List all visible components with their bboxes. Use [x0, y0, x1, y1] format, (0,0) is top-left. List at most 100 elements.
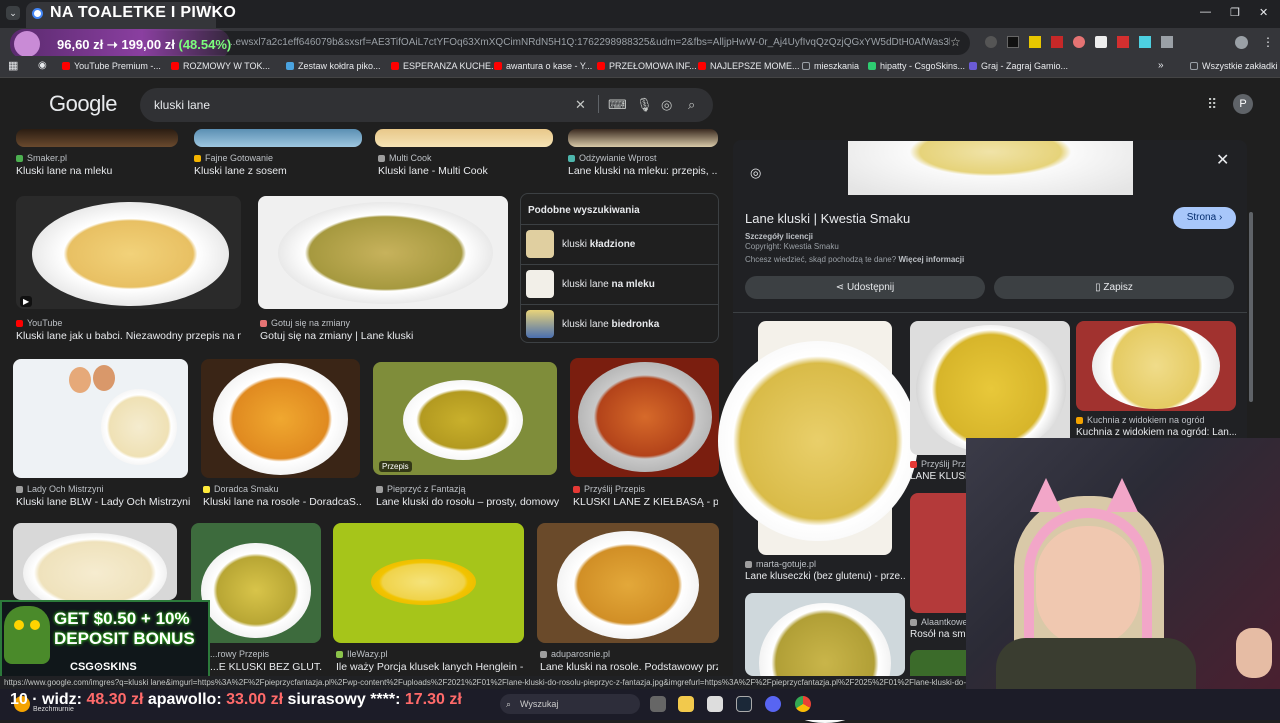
related-image[interactable]: [910, 321, 1070, 455]
result-image[interactable]: [16, 129, 178, 147]
license-details-link[interactable]: Szczegóły licencji: [745, 232, 813, 241]
search-icon[interactable]: ⌕: [688, 97, 695, 113]
result-source[interactable]: Odżywianie Wprost: [568, 153, 657, 163]
restore-icon[interactable]: ❐: [1230, 6, 1240, 19]
result-image[interactable]: [191, 523, 321, 643]
earth-icon[interactable]: ◉: [38, 60, 47, 71]
result-source[interactable]: Fajne Gotowanie: [194, 153, 273, 163]
bookmark-folder[interactable]: mieszkania: [802, 61, 859, 71]
save-button[interactable]: ▯ Zapisz: [994, 276, 1234, 299]
result-title[interactable]: Lane kluski na mleku: przepis, ...: [568, 165, 718, 177]
close-window-icon[interactable]: ✕: [1259, 6, 1268, 19]
search-box[interactable]: [140, 88, 713, 122]
bookmark-item[interactable]: YouTube Premium -...: [62, 61, 161, 71]
related-title[interactable]: Lane kluseczki (bez glutenu) - prze...: [745, 571, 905, 582]
related-title[interactable]: Kuchnia z widokiem na ogród: Lan...: [1076, 427, 1236, 438]
result-image[interactable]: [373, 362, 557, 475]
result-image[interactable]: [537, 523, 719, 643]
related-search-label[interactable]: kluski lane biedronka: [562, 319, 659, 330]
google-logo[interactable]: Google: [49, 91, 117, 117]
steam-icon[interactable]: [736, 696, 752, 712]
bookmark-item[interactable]: PRZEŁOMOWA INF...: [597, 61, 697, 71]
result-source[interactable]: Doradca Smaku: [203, 484, 279, 494]
related-image[interactable]: [745, 593, 905, 723]
bookmark-item[interactable]: ESPERANZA KUCHE...: [391, 61, 499, 71]
bookmark-item[interactable]: awantura o kase - Y...: [494, 61, 592, 71]
tab-menu-icon[interactable]: ⌄: [6, 6, 20, 20]
store-icon[interactable]: [707, 696, 723, 712]
preview-image[interactable]: [848, 141, 1133, 195]
related-image[interactable]: [910, 493, 966, 613]
profile-avatar-small[interactable]: [1235, 36, 1248, 49]
clear-icon[interactable]: ✕: [575, 97, 586, 113]
all-bookmarks-folder[interactable]: Wszystkie zakładki: [1190, 61, 1278, 71]
url-text[interactable]: ..ewsxl7a2c1eff646079b&sxsrf=AE3TifOAiL7…: [230, 37, 950, 48]
result-title[interactable]: Kluski lane BLW - Lady Och Mistrzyni: [16, 496, 191, 508]
search-input[interactable]: kluski lane: [154, 98, 210, 112]
bookmark-item[interactable]: Graj - Zagraj Gamio...: [969, 61, 1068, 71]
related-image[interactable]: [910, 650, 966, 676]
result-image[interactable]: [194, 129, 362, 147]
discord-icon[interactable]: [765, 696, 781, 712]
result-title[interactable]: Kluski lane z sosem: [194, 165, 364, 177]
bookmark-item[interactable]: ROZMOWY W TOK...: [171, 61, 270, 71]
visit-page-button[interactable]: Strona ›: [1173, 207, 1236, 229]
bookmark-item[interactable]: NAJLEPSZE MOME...: [698, 61, 800, 71]
related-image[interactable]: [718, 321, 918, 555]
minimize-icon[interactable]: —: [1200, 6, 1211, 18]
avatar[interactable]: P: [1233, 94, 1253, 114]
result-image[interactable]: [13, 359, 188, 478]
chrome-menu-icon[interactable]: ⋮: [1262, 35, 1274, 49]
related-image[interactable]: [1076, 321, 1236, 411]
result-source[interactable]: IleWazy.pl: [336, 649, 388, 659]
result-source[interactable]: ...rowy Przepis: [210, 649, 269, 659]
lens-icon[interactable]: ◎: [661, 97, 672, 113]
result-image[interactable]: [375, 129, 553, 147]
result-image[interactable]: [16, 196, 241, 309]
result-source[interactable]: Multi Cook: [378, 153, 432, 163]
related-title[interactable]: LANE KLUSK...: [910, 471, 966, 482]
result-image[interactable]: [333, 523, 524, 643]
result-title[interactable]: Kluski lane na rosole - DoradcaS...: [203, 496, 361, 508]
apps-icon[interactable]: ▦: [8, 59, 18, 72]
file-explorer-icon[interactable]: [678, 696, 694, 712]
result-source[interactable]: YouTube: [16, 318, 62, 328]
result-source[interactable]: Pieprzyć z Fantazją: [376, 484, 466, 494]
keyboard-icon[interactable]: ⌨: [608, 97, 627, 113]
result-image[interactable]: [258, 196, 508, 309]
close-icon[interactable]: ✕: [1216, 150, 1229, 170]
result-title[interactable]: Lane kluski na rosole. Podstawowy prz...: [540, 661, 718, 673]
share-button[interactable]: ⋖ Udostępnij: [745, 276, 985, 299]
panel-scrollbar[interactable]: [1249, 212, 1253, 402]
result-source[interactable]: Przyślij Przepis: [573, 484, 645, 494]
bookmark-item[interactable]: Zestaw kołdra piko...: [286, 61, 381, 71]
result-title[interactable]: Lane kluski do rosołu – prosty, domowy..…: [376, 496, 559, 508]
more-info-link[interactable]: Więcej informacji: [898, 255, 964, 264]
related-search-label[interactable]: kluski lane na mleku: [562, 279, 655, 290]
lens-search-icon[interactable]: ◎: [750, 165, 761, 181]
result-title[interactable]: ...E KLUSKI BEZ GLUT...: [210, 661, 322, 673]
result-source[interactable]: Smaker.pl: [16, 153, 67, 163]
task-view-icon[interactable]: [650, 696, 666, 712]
result-image[interactable]: [568, 129, 718, 147]
result-title[interactable]: Ile waży Porcja klusek lanych Henglein -…: [336, 661, 524, 673]
result-title[interactable]: Kluski lane jak u babci. Niezawodny prze…: [16, 330, 241, 342]
related-source[interactable]: Kuchnia z widokiem na ogród: [1076, 415, 1205, 425]
google-apps-icon[interactable]: ⠿: [1207, 96, 1217, 113]
result-title[interactable]: KLUSKI LANE Z KIEŁBASĄ - p...: [573, 496, 718, 508]
result-image[interactable]: [570, 358, 719, 477]
result-source[interactable]: Gotuj się na zmiany: [260, 318, 350, 328]
extension-icons[interactable]: [985, 36, 1195, 50]
microphone-icon[interactable]: 🎙: [636, 97, 653, 113]
taskbar-search[interactable]: ⌕ Wyszukaj: [500, 694, 640, 714]
result-source[interactable]: Lady Och Mistrzyni: [16, 484, 104, 494]
bookmark-star-icon[interactable]: ☆: [950, 35, 961, 49]
related-title[interactable]: Rosół na sma...: [910, 629, 966, 640]
result-title[interactable]: Kluski lane na mleku: [16, 165, 186, 177]
result-title[interactable]: Kluski lane - Multi Cook: [378, 165, 553, 177]
bookmark-item[interactable]: hipatty - CsgoSkins...: [868, 61, 965, 71]
related-search-label[interactable]: kluski kładzione: [562, 239, 635, 250]
panel-title[interactable]: Lane kluski | Kwestia Smaku: [745, 211, 910, 226]
result-title[interactable]: Gotuj się na zmiany | Lane kluski: [260, 330, 510, 342]
result-source[interactable]: aduparosnie.pl: [540, 649, 610, 659]
